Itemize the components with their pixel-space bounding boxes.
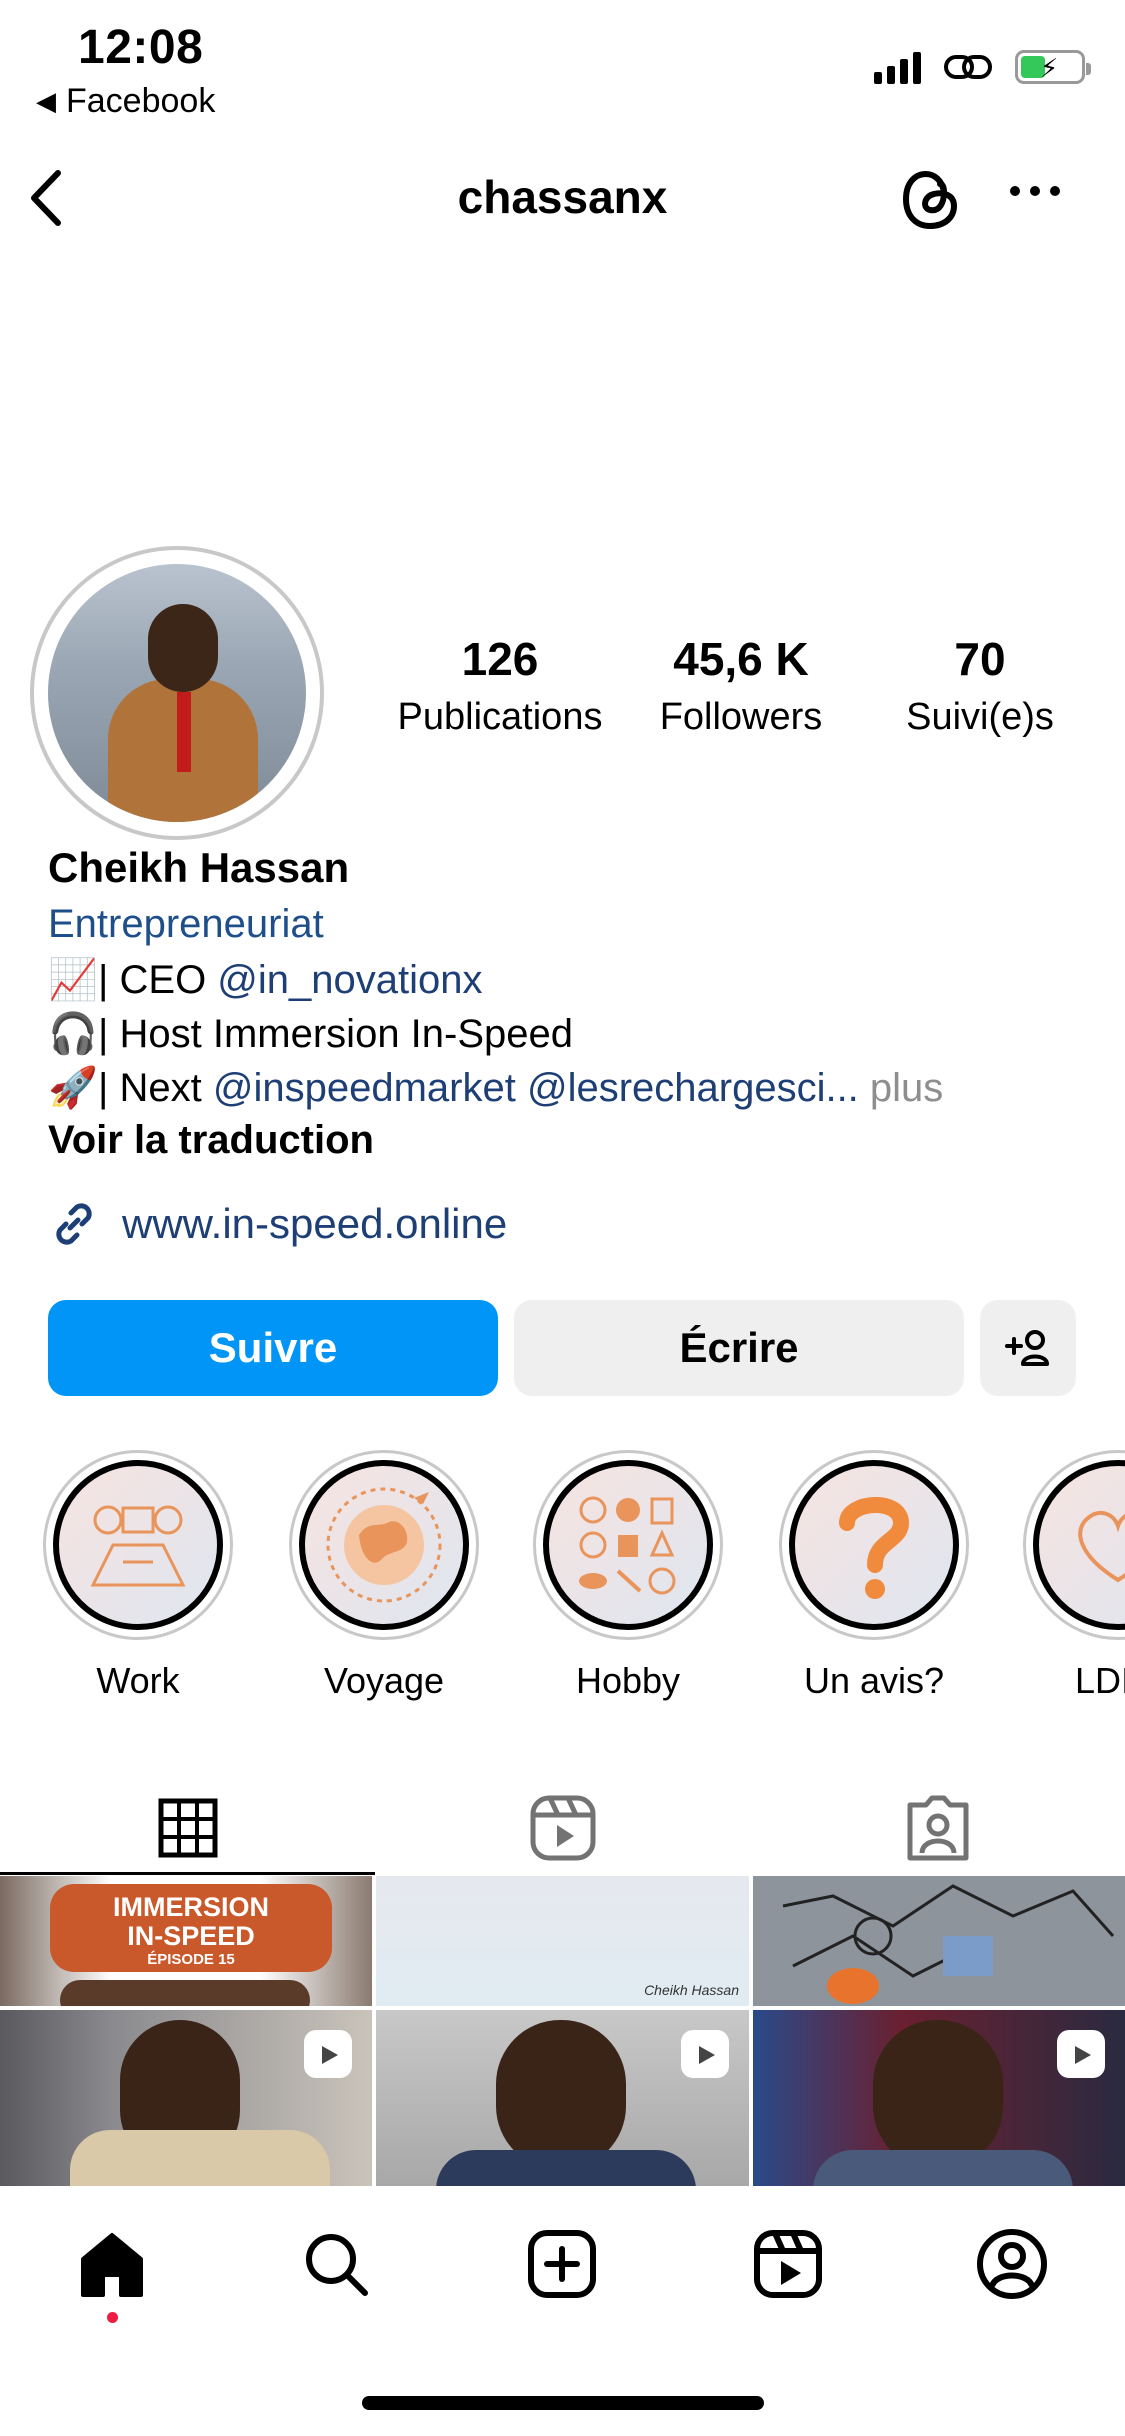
tab-reels[interactable] — [375, 1780, 750, 1876]
reels-icon — [754, 2230, 822, 2298]
profile-avatar[interactable] — [30, 546, 324, 840]
hobby-collage-icon — [579, 1496, 676, 1595]
headphones-emoji-icon: 🎧 — [48, 1012, 98, 1056]
chart-emoji-icon: 📈 — [48, 958, 98, 1002]
grid-reel[interactable] — [376, 2010, 749, 2186]
following-label: Suivi(e)s — [906, 696, 1054, 738]
heart-icon — [1078, 1510, 1125, 1583]
profile-display-name: Cheikh Hassan — [48, 844, 350, 891]
message-button[interactable]: Écrire — [514, 1300, 964, 1396]
website-url: www.in-speed.online — [122, 1200, 508, 1247]
highlight-ldi[interactable]: LDI 2 — [1020, 1450, 1125, 1702]
grid-reel[interactable] — [753, 2010, 1125, 2186]
bio-line-ceo: 📈| CEO @in_novationx — [48, 958, 483, 1002]
notification-dot — [107, 2312, 118, 2323]
search-icon — [306, 2234, 368, 2296]
cellular-signal-icon — [874, 50, 921, 84]
follow-button[interactable]: Suivre — [48, 1300, 498, 1396]
tab-grid[interactable] — [0, 1780, 375, 1876]
bio-more-link[interactable]: plus — [859, 1066, 943, 1110]
home-indicator — [362, 2396, 764, 2410]
globe-icon — [326, 1487, 442, 1603]
nav-create[interactable] — [524, 2226, 600, 2302]
grid-post[interactable]: IMMERSION IN-SPEED ÉPISODE 15 — [0, 1876, 372, 2006]
threads-icon[interactable] — [898, 164, 964, 234]
home-icon — [81, 2233, 143, 2297]
avatar-photo — [48, 564, 306, 822]
back-triangle-icon: ◀ — [36, 86, 56, 116]
reel-badge-icon — [681, 2030, 729, 2078]
back-app-label: Facebook — [66, 82, 216, 120]
post-signature: Cheikh Hassan — [644, 1982, 739, 1998]
nav-reels[interactable] — [750, 2226, 826, 2302]
highlight-voyage[interactable]: Voyage — [286, 1450, 482, 1702]
work-illustration-icon — [90, 1505, 186, 1587]
stat-publications[interactable]: 126 Publications — [390, 632, 610, 739]
more-options-icon[interactable] — [1010, 186, 1060, 196]
nav-search[interactable] — [298, 2226, 374, 2302]
followers-count: 45,6 K — [673, 633, 809, 685]
highlight-label: Work — [96, 1660, 180, 1701]
link-chain-icon — [944, 55, 992, 79]
add-person-icon — [1005, 1330, 1049, 1366]
bio-line-host: 🎧| Host Immersion In-Speed — [48, 1012, 574, 1056]
grid-reel[interactable] — [0, 2010, 372, 2186]
grid-icon — [158, 1798, 217, 1858]
status-time: 12:08 — [78, 21, 204, 74]
tab-tagged[interactable] — [750, 1780, 1125, 1876]
highlight-label: Un avis? — [803, 1660, 945, 1701]
post-title-banner: IMMERSION IN-SPEED ÉPISODE 15 — [50, 1884, 332, 1972]
back-to-app-link[interactable]: ◀ Facebook — [36, 82, 215, 121]
website-link[interactable]: www.in-speed.online — [48, 1198, 507, 1250]
reel-badge-icon — [1057, 2030, 1105, 2078]
suggested-users-button[interactable] — [980, 1300, 1076, 1396]
rocket-emoji-icon: 🚀 — [48, 1066, 98, 1110]
sketch-illustration — [753, 1876, 1125, 2006]
grid-post[interactable] — [753, 1876, 1125, 2006]
grid-post[interactable]: Cheikh Hassan — [376, 1876, 749, 2006]
following-count: 70 — [954, 633, 1006, 685]
mention-in-novationx[interactable]: @in_novationx — [217, 958, 482, 1002]
reels-icon — [530, 1795, 595, 1861]
mention-links[interactable]: @inspeedmarket @lesrechargesci... — [213, 1066, 859, 1110]
create-post-icon — [528, 2230, 596, 2298]
nav-profile[interactable] — [974, 2226, 1050, 2302]
see-translation-link[interactable]: Voir la traduction — [48, 1118, 374, 1163]
highlight-hobby[interactable]: Hobby — [530, 1450, 726, 1702]
nav-home[interactable] — [74, 2226, 150, 2302]
publications-count: 126 — [461, 633, 539, 685]
reel-badge-icon — [304, 2030, 352, 2078]
profile-category: Entrepreneuriat — [48, 902, 324, 946]
battery-icon: ⚡ — [1015, 50, 1091, 84]
status-indicators: ⚡ — [874, 50, 1091, 84]
followers-label: Followers — [659, 696, 823, 738]
highlight-label: LDI 2 — [1074, 1660, 1125, 1701]
highlight-label: Voyage — [323, 1660, 445, 1701]
link-icon — [56, 1203, 92, 1245]
publications-label: Publications — [397, 696, 603, 738]
highlight-work[interactable]: Work — [40, 1450, 236, 1702]
highlight-un-avis[interactable]: Un avis? — [776, 1450, 972, 1702]
highlight-label: Hobby — [575, 1660, 681, 1701]
tagged-person-icon — [907, 1795, 968, 1861]
stat-following[interactable]: 70 Suivi(e)s — [880, 632, 1080, 739]
bio-line-next: 🚀| Next @inspeedmarket @lesrechargesci..… — [48, 1066, 944, 1110]
profile-avatar-icon — [977, 2229, 1047, 2299]
stat-followers[interactable]: 45,6 K Followers — [630, 632, 852, 739]
question-mark-icon — [839, 1497, 910, 1599]
active-tab-indicator — [0, 1872, 375, 1875]
